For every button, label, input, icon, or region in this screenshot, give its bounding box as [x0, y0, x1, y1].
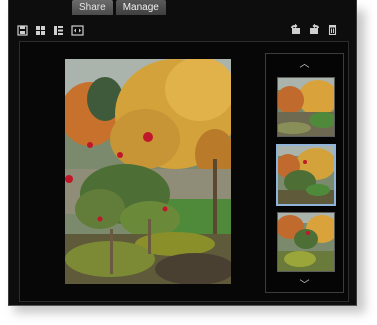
- tab-manage[interactable]: Manage: [115, 0, 166, 15]
- scroll-up-arrow-icon[interactable]: ︿: [266, 55, 343, 70]
- scroll-down-arrow-icon[interactable]: ﹀: [266, 276, 343, 291]
- garden-photo-image: [65, 59, 231, 284]
- edit-toolbar: [289, 24, 338, 35]
- delete-icon[interactable]: [327, 24, 338, 35]
- rotate-right-icon[interactable]: [308, 24, 319, 35]
- save-icon[interactable]: [17, 25, 28, 36]
- view-toolbar: [17, 25, 84, 36]
- grid-view-icon[interactable]: [35, 25, 46, 36]
- thumbnail-3-image: [278, 213, 334, 271]
- rotate-left-icon[interactable]: [289, 24, 300, 35]
- fit-view-icon[interactable]: [71, 25, 84, 36]
- thumbnail-1[interactable]: [277, 77, 335, 137]
- app-window: Share Manage ︿ ﹀: [8, 0, 357, 306]
- list-view-icon[interactable]: [53, 25, 64, 36]
- tab-bar: Share Manage: [72, 0, 166, 15]
- thumbnail-3[interactable]: [277, 212, 335, 272]
- viewer-frame: ︿ ﹀: [19, 41, 349, 302]
- thumbnail-strip: ︿ ﹀: [265, 53, 344, 293]
- thumbnail-2[interactable]: [276, 144, 336, 206]
- tab-share[interactable]: Share: [72, 0, 113, 15]
- main-photo[interactable]: [65, 59, 231, 284]
- thumbnail-2-image: [278, 146, 334, 204]
- thumbnail-1-image: [278, 78, 334, 136]
